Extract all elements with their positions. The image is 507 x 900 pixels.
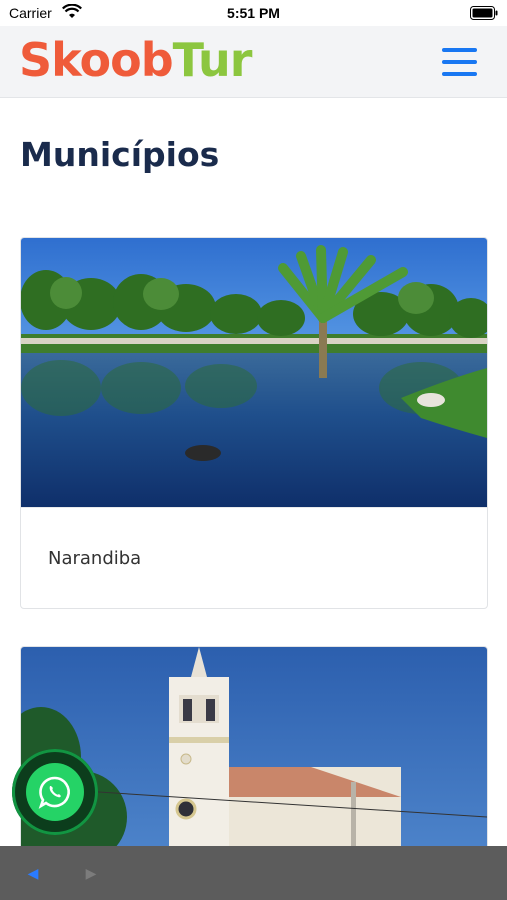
card-title: Narandiba [48,548,142,569]
status-bar: Carrier 5:51 PM [0,0,507,26]
logo-text-tur: Tur [172,33,253,87]
municipio-card-narandiba[interactable]: Narandiba [20,237,488,609]
whatsapp-icon [26,763,84,821]
clock: 5:51 PM [227,5,280,21]
skoobtur-logo[interactable]: Skoob Tur [19,28,253,92]
app-header: Skoob Tur [0,26,507,98]
municipio-card-church[interactable] [20,646,488,866]
battery-icon [470,6,498,20]
browser-bottom-bar: ◀ ▶ [0,846,507,900]
page-title: Municípios [20,135,220,174]
forward-arrow-icon[interactable]: ▶ [82,864,100,882]
hamburger-menu-icon[interactable] [436,40,482,84]
logo-text-skoob: Skoob [19,33,174,87]
card-body: Narandiba [21,507,487,608]
card-image-church [21,647,487,865]
card-image-lake [21,238,487,507]
whatsapp-button[interactable] [12,749,98,835]
back-arrow-icon[interactable]: ◀ [24,864,42,882]
